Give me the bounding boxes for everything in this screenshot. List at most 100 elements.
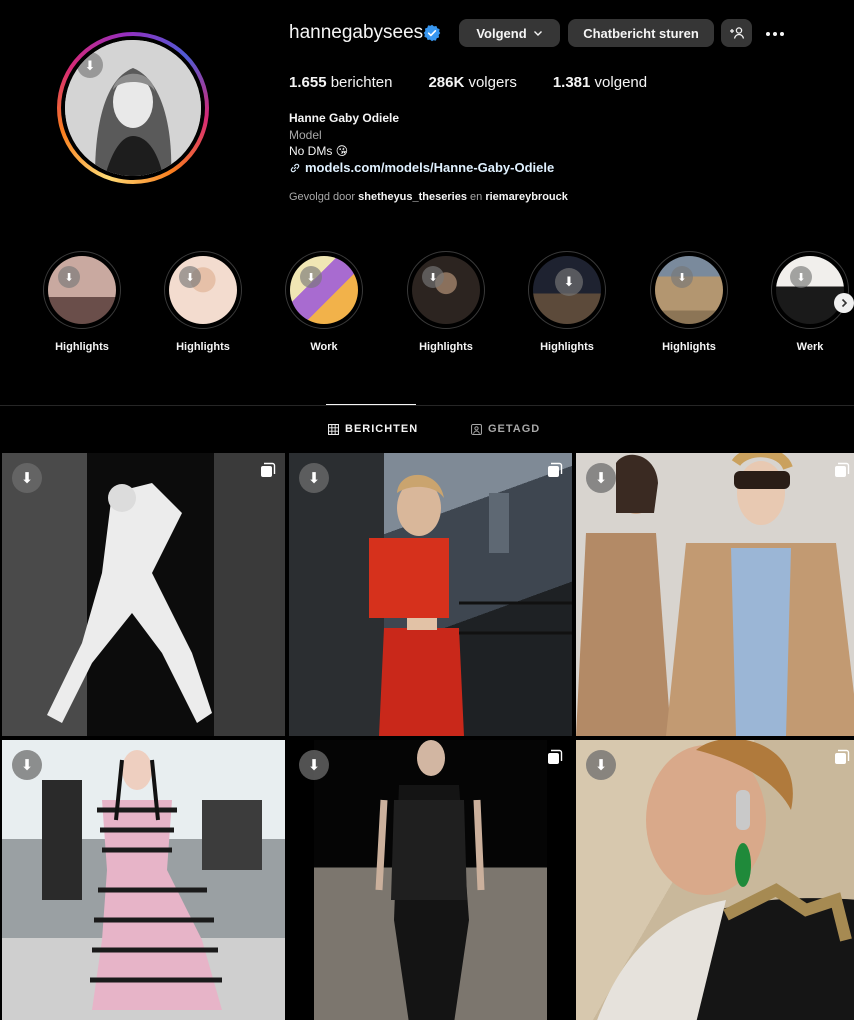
multiple-images-icon (261, 462, 276, 477)
post-image-figure (42, 750, 262, 1010)
dot (780, 32, 784, 36)
add-person-icon (729, 27, 744, 39)
followed-by-user[interactable]: riemareybrouck (485, 191, 568, 203)
active-tab-indicator (326, 404, 416, 405)
multiple-images-icon (835, 749, 850, 764)
suggested-accounts-button[interactable] (721, 19, 752, 47)
following-count: 1.381 (552, 74, 591, 91)
download-overlay-button[interactable]: ⬇ (179, 266, 201, 288)
story-highlight[interactable]: ⬇ Highlights (528, 251, 606, 353)
followers-count: 286K (428, 74, 465, 91)
download-overlay-button[interactable]: ⬇ (12, 750, 42, 780)
download-overlay-button[interactable]: ⬇ (12, 463, 42, 493)
post-thumbnail[interactable]: ⬇ (2, 740, 285, 1020)
download-arrow-icon: ⬇ (306, 271, 316, 284)
download-overlay-button[interactable]: ⬇ (77, 52, 103, 78)
download-overlay-button[interactable]: ⬇ (299, 750, 329, 780)
grid-icon (328, 423, 339, 435)
download-arrow-icon: ⬇ (796, 271, 806, 284)
posts-count-stat: 1.655 berichten (289, 74, 392, 91)
tab-tagged[interactable]: GETAGD (471, 423, 540, 435)
download-overlay-button[interactable]: ⬇ (790, 266, 812, 288)
download-overlay-button[interactable]: ⬇ (671, 266, 693, 288)
download-arrow-icon: ⬇ (20, 757, 34, 774)
followed-by-text[interactable]: Gevolgd door shetheyus_theseries en riem… (289, 191, 568, 203)
highlight-cover: ⬇ (655, 256, 723, 324)
followed-by-user[interactable]: shetheyus_theseries (358, 191, 467, 203)
profile-category: Model (289, 127, 322, 142)
highlight-ring: ⬇ (285, 251, 363, 329)
tab-tagged-label: GETAGD (488, 423, 541, 435)
download-overlay-button[interactable]: ⬇ (422, 266, 444, 288)
download-arrow-icon: ⬇ (594, 470, 608, 487)
bio-link[interactable]: models.com/models/Hanne-Gaby-Odiele (289, 160, 554, 177)
following-dropdown-button[interactable]: Volgend (459, 19, 560, 47)
highlight-label: Highlights (540, 341, 594, 353)
download-overlay-button[interactable]: ⬇ (58, 266, 80, 288)
post-image-figure (289, 453, 572, 736)
highlight-label: Work (310, 341, 338, 353)
posts-label: berichten (330, 74, 393, 91)
highlights-next-button[interactable] (834, 293, 854, 313)
following-link[interactable]: 1.381 volgend (553, 74, 647, 91)
posts-count: 1.655 (289, 74, 327, 91)
download-overlay-button[interactable]: ⬇ (300, 266, 322, 288)
highlight-label: Highlights (55, 341, 109, 353)
post-thumbnail[interactable]: ⬇ (576, 453, 854, 736)
highlight-ring: ⬇ (650, 251, 728, 329)
story-highlight[interactable]: ⬇ Highlights (164, 251, 242, 353)
post-thumbnail[interactable]: ⬇ (289, 740, 572, 1020)
highlight-ring: ⬇ (771, 251, 849, 329)
download-overlay-button[interactable]: ⬇ (586, 750, 616, 780)
story-highlight[interactable]: ⬇ Highlights (43, 251, 121, 353)
story-highlight[interactable]: ⬇ Highlights (407, 251, 485, 353)
download-arrow-icon: ⬇ (307, 470, 321, 487)
highlight-cover: ⬇ (412, 256, 480, 324)
story-highlight[interactable]: ⬇ Work (285, 251, 363, 353)
download-overlay-button[interactable]: ⬇ (555, 268, 583, 296)
more-options-icon[interactable] (763, 22, 787, 46)
post-image-figure (47, 483, 212, 723)
download-arrow-icon: ⬇ (563, 274, 575, 289)
multiple-images-icon (548, 749, 563, 764)
send-message-label: Chatbericht sturen (583, 25, 699, 41)
highlight-label: Werk (796, 341, 824, 353)
story-highlight[interactable]: ⬇ Highlights (650, 251, 728, 353)
post-thumbnail[interactable]: ⬇ (576, 740, 854, 1020)
following-label: volgend (594, 74, 648, 91)
followed-by-prefix: Gevolgd door (289, 191, 356, 203)
profile-full-name: Hanne Gaby Odiele (289, 111, 400, 125)
avatar[interactable]: ⬇ (65, 40, 201, 176)
send-message-button[interactable]: Chatbericht sturen (568, 19, 714, 47)
download-arrow-icon: ⬇ (594, 757, 608, 774)
download-arrow-icon: ⬇ (677, 271, 687, 284)
followers-link[interactable]: 286K volgers (428, 74, 516, 91)
profile-stats: 1.655 berichten 286K volgers 1.381 volge… (289, 74, 647, 91)
bio-text: No DMs 😘 (289, 144, 349, 158)
dot (766, 32, 770, 36)
download-overlay-button[interactable]: ⬇ (586, 463, 616, 493)
profile-avatar-story-ring[interactable]: ⬇ (57, 32, 209, 184)
download-arrow-icon: ⬇ (185, 271, 195, 284)
highlight-ring: ⬇ (164, 251, 242, 329)
highlight-ring: ⬇ (43, 251, 121, 329)
highlight-ring: ⬇ (407, 251, 485, 329)
highlight-ring: ⬇ (528, 251, 606, 329)
highlight-cover: ⬇ (290, 256, 358, 324)
verified-badge-icon (423, 24, 441, 42)
tagged-person-icon (471, 423, 482, 435)
highlight-cover: ⬇ (169, 256, 237, 324)
download-overlay-button[interactable]: ⬇ (299, 463, 329, 493)
highlight-cover: ⬇ (776, 256, 844, 324)
followed-by-joiner: en (470, 191, 483, 203)
tab-posts[interactable]: BERICHTEN (328, 423, 418, 435)
download-arrow-icon: ⬇ (20, 470, 34, 487)
download-arrow-icon: ⬇ (64, 271, 74, 284)
profile-bio: Hanne Gaby Odiele Model No DMs 😘 models.… (289, 110, 554, 176)
dot (773, 32, 777, 36)
followers-label: volgers (468, 74, 517, 91)
chevron-down-icon (533, 31, 542, 36)
post-thumbnail[interactable]: ⬇ (289, 453, 572, 736)
highlight-label: Highlights (662, 341, 716, 353)
post-thumbnail[interactable]: ⬇ (2, 453, 285, 736)
